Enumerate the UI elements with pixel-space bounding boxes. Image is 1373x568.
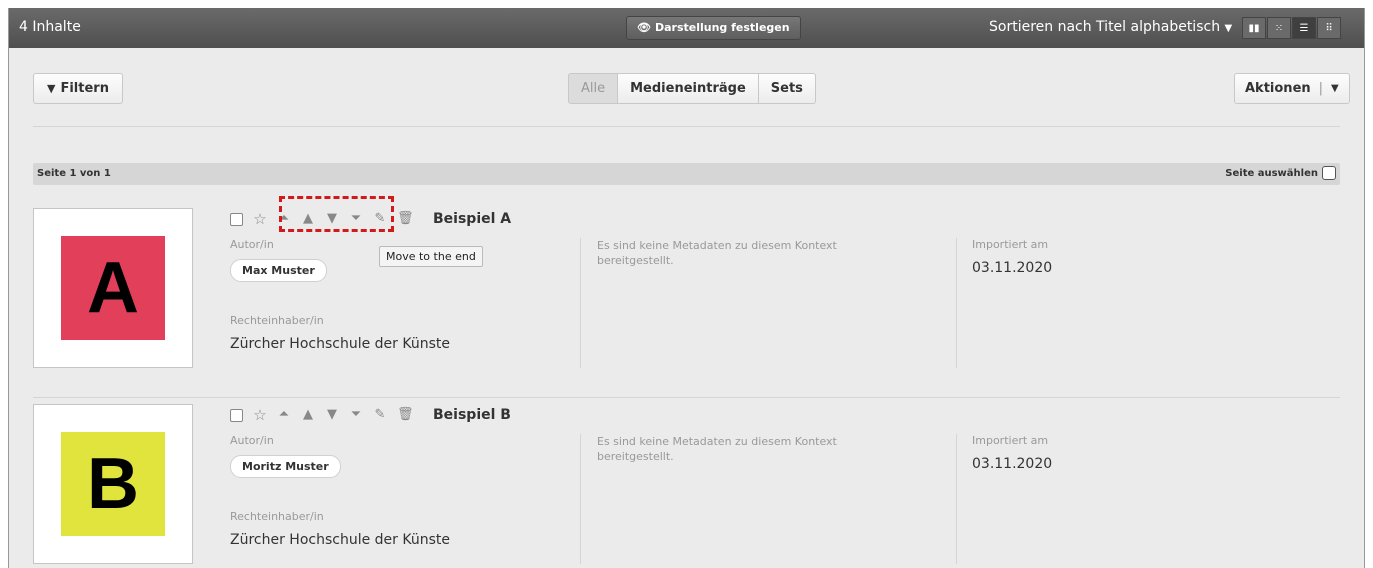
page-header: Seite 1 von 1 Seite auswählen (33, 163, 1340, 185)
imported-date: 03.11.2020 (972, 456, 1053, 472)
caret-down-icon: ▼ (1331, 83, 1339, 94)
context-column: Es sind keine Metadaten zu diesem Kontex… (597, 238, 957, 368)
import-column: Importiert am 03.11.2020 (972, 434, 1272, 564)
author-column: Autor/in Moritz Muster Rechteinhaber/in … (230, 434, 581, 564)
select-page-checkbox[interactable] (1322, 166, 1336, 180)
list-icon[interactable]: ☰ (1292, 17, 1316, 39)
select-page[interactable]: Seite auswählen (1225, 166, 1336, 180)
tab-media-entries[interactable]: Medieneinträge (618, 73, 759, 104)
tab-all[interactable]: Alle (568, 73, 619, 104)
thumbnail-image: A (61, 236, 165, 340)
display-settings-button[interactable]: 👁 Darstellung festlegen (626, 16, 801, 40)
rights-value: Zürcher Hochschule der Künste (230, 336, 450, 352)
rights-label: Rechteinhaber/in (230, 314, 324, 327)
author-tag[interactable]: Max Muster (230, 259, 327, 282)
top-bar: 4 Inhalte 👁 Darstellung festlegen Sortie… (9, 8, 1364, 48)
actions-label: Aktionen (1245, 81, 1311, 96)
content-count: 4 Inhalte (19, 19, 81, 35)
highlight-box (279, 196, 394, 232)
thumbnail-letter: A (87, 248, 139, 328)
select-checkbox[interactable] (230, 212, 243, 226)
eye-icon: 👁 (637, 21, 651, 34)
rights-label: Rechteinhaber/in (230, 510, 324, 523)
view-switcher: ▮▮ ⁙ ☰ ⠿ (1242, 17, 1342, 39)
no-metadata-message: Es sind keine Metadaten zu diesem Kontex… (597, 239, 837, 267)
actions-button[interactable]: Aktionen | ▼ (1234, 73, 1350, 104)
trash-icon[interactable]: 🗑 (397, 407, 414, 423)
divider (33, 126, 1340, 127)
author-label: Autor/in (230, 434, 274, 447)
move-down-icon[interactable]: ▼ (325, 407, 339, 423)
item-toolbar: ☆ ⏶ ▲ ▼ ⏷ ✎ 🗑 Beispiel B (230, 407, 511, 423)
rights-value: Zürcher Hochschule der Künste (230, 532, 450, 548)
import-column: Importiert am 03.11.2020 (972, 238, 1272, 368)
list-item: A ☆ ⏶ ▲ ▼ ⏷ ✎ 🗑 Beispiel A Move to the e… (33, 196, 1340, 398)
trash-icon[interactable]: 🗑 (397, 211, 414, 227)
star-icon[interactable]: ☆ (253, 407, 267, 423)
display-settings-label: Darstellung festlegen (654, 21, 790, 34)
imported-label: Importiert am (972, 238, 1049, 251)
sort-dropdown[interactable]: Sortieren nach Titel alphabetisch ▼ (989, 19, 1232, 35)
divider: | (1318, 81, 1324, 96)
thumbnail-image: B (61, 432, 165, 536)
content-panel: 4 Inhalte 👁 Darstellung festlegen Sortie… (8, 8, 1365, 568)
list-item: B ☆ ⏶ ▲ ▼ ⏷ ✎ 🗑 Beispiel B Autor/in Mori… (33, 404, 1340, 568)
select-page-label: Seite auswählen (1225, 167, 1318, 179)
select-checkbox[interactable] (230, 408, 243, 422)
item-title[interactable]: Beispiel B (433, 407, 511, 423)
move-up-icon[interactable]: ▲ (301, 407, 315, 423)
imported-date: 03.11.2020 (972, 260, 1053, 276)
move-to-end-icon[interactable]: ⏷ (349, 407, 363, 423)
no-metadata-message: Es sind keine Metadaten zu diesem Kontex… (597, 435, 837, 463)
tiles-small-icon[interactable]: ⁙ (1267, 17, 1291, 39)
filter-button[interactable]: ▼ Filtern (33, 73, 123, 104)
tab-sets[interactable]: Sets (758, 73, 816, 104)
context-column: Es sind keine Metadaten zu diesem Kontex… (597, 434, 957, 564)
thumbnail[interactable]: B (33, 404, 193, 564)
author-column: Autor/in Max Muster Rechteinhaber/in Zür… (230, 238, 581, 368)
tiles-large-icon[interactable]: ▮▮ (1242, 17, 1266, 39)
caret-down-icon: ▼ (1224, 23, 1233, 34)
item-title[interactable]: Beispiel A (433, 211, 511, 227)
page-info: Seite 1 von 1 (37, 168, 111, 179)
type-filter-tabs: Alle Medieneinträge Sets (568, 73, 816, 104)
grid-icon[interactable]: ⠿ (1317, 17, 1341, 39)
star-icon[interactable]: ☆ (253, 211, 267, 227)
funnel-icon: ▼ (47, 82, 56, 95)
author-label: Autor/in (230, 238, 274, 251)
thumbnail-letter: B (87, 444, 139, 524)
author-tag[interactable]: Moritz Muster (230, 455, 341, 478)
filter-label: Filtern (60, 81, 109, 96)
move-to-top-icon[interactable]: ⏶ (277, 407, 291, 423)
imported-label: Importiert am (972, 434, 1049, 447)
sort-label: Sortieren nach Titel alphabetisch (989, 19, 1221, 35)
pencil-icon[interactable]: ✎ (373, 407, 387, 423)
thumbnail[interactable]: A (33, 208, 193, 368)
